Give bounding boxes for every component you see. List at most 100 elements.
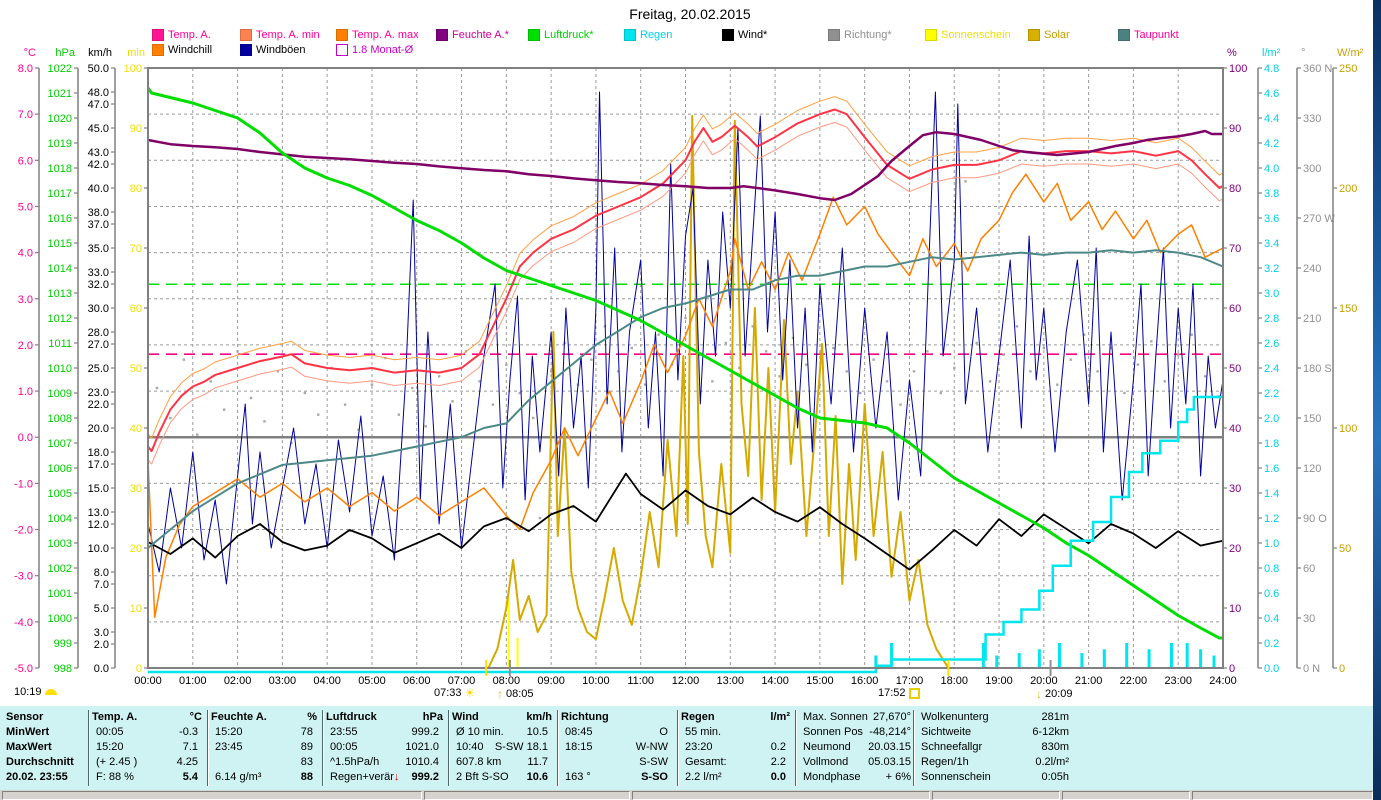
svg-text:0 N: 0 N <box>1303 663 1320 675</box>
svg-text:100: 100 <box>124 63 142 75</box>
svg-text:1010: 1010 <box>48 363 72 375</box>
svg-text:4.8: 4.8 <box>1264 63 1279 75</box>
svg-text:210: 210 <box>1303 313 1321 325</box>
axis-Wm-R: 250 200 150 100 50 0 W/m² <box>1332 47 1364 675</box>
svg-text:5.0: 5.0 <box>18 201 33 213</box>
svg-text:10:00: 10:00 <box>582 675 610 687</box>
svg-text:4.4: 4.4 <box>1264 113 1279 125</box>
svg-text:999: 999 <box>54 638 72 650</box>
status-bar <box>0 790 1373 800</box>
svg-text:3.0: 3.0 <box>18 294 33 306</box>
svg-text:17.0: 17.0 <box>88 459 109 471</box>
svg-text:22.0: 22.0 <box>88 399 109 411</box>
axis-unit-label: l/m² <box>1262 47 1281 59</box>
svg-text:1014: 1014 <box>48 263 72 275</box>
svg-text:240: 240 <box>1303 263 1321 275</box>
svg-text:4.0: 4.0 <box>18 248 33 260</box>
svg-text:4.0: 4.0 <box>1264 163 1279 175</box>
astro-weather-value: 0:05h <box>1041 771 1069 783</box>
svg-text:330: 330 <box>1303 113 1321 125</box>
table-cell-value: 10.5 <box>526 726 548 738</box>
table-header: Regen <box>681 711 715 723</box>
svg-text:10.0: 10.0 <box>88 543 109 555</box>
astro-weather-value: 830m <box>1041 741 1069 753</box>
moonset-time-label: 20:09 <box>1045 688 1073 700</box>
svg-text:28.0: 28.0 <box>88 327 109 339</box>
table-header-unit <box>628 710 672 724</box>
table-row-label: MaxWert <box>6 741 52 753</box>
svg-text:30: 30 <box>1303 613 1315 625</box>
svg-text:13.0: 13.0 <box>88 507 109 519</box>
table-header: Wind <box>452 711 479 723</box>
table-header: Richtung <box>561 711 609 723</box>
svg-text:1016: 1016 <box>48 213 72 225</box>
astro-sun-moon-value: + 6% <box>885 771 911 783</box>
table-cell-value: 11.7 <box>527 756 548 768</box>
svg-text:0.8: 0.8 <box>1264 563 1279 575</box>
svg-text:2.0: 2.0 <box>1264 413 1279 425</box>
svg-text:2.4: 2.4 <box>1264 363 1279 375</box>
svg-text:1015: 1015 <box>48 238 72 250</box>
svg-text:13:00: 13:00 <box>717 675 745 687</box>
svg-text:04:00: 04:00 <box>313 675 341 687</box>
table-cell-value: -0.3 <box>179 726 198 738</box>
table-cell-value: S-SO <box>641 771 668 783</box>
svg-text:1013: 1013 <box>48 288 72 300</box>
svg-text:2.8: 2.8 <box>1264 313 1279 325</box>
axis-lm-R: 4.8 4.6 4.4 4.2 4.0 3.8 3.6 3.4 3.2 3.0 2.8 2.6 2.4 2… <box>1257 47 1281 675</box>
svg-text:50: 50 <box>1339 543 1351 555</box>
svg-text:33.0: 33.0 <box>88 267 109 279</box>
axis-unit-label: °C <box>24 47 36 59</box>
svg-text:1005: 1005 <box>48 488 72 500</box>
table-cell-value: 7.1 <box>182 741 198 753</box>
svg-text:40.0: 40.0 <box>88 183 109 195</box>
svg-text:1019: 1019 <box>48 138 72 150</box>
svg-text:-4.0: -4.0 <box>14 617 33 629</box>
sunset-time-label: 17:52 <box>878 687 906 699</box>
svg-text:0.0: 0.0 <box>94 663 109 675</box>
svg-text:35.0: 35.0 <box>88 243 109 255</box>
svg-text:360 N: 360 N <box>1303 63 1332 75</box>
svg-text:32.0: 32.0 <box>88 279 109 291</box>
svg-text:180 S: 180 S <box>1303 363 1332 375</box>
svg-text:-2.0: -2.0 <box>14 525 33 537</box>
svg-text:0.4: 0.4 <box>1264 613 1279 625</box>
moonrise-arrow-icon: ↑ <box>497 687 503 701</box>
svg-text:14:00: 14:00 <box>761 675 789 687</box>
svg-text:16:00: 16:00 <box>851 675 879 687</box>
status-bar-segment <box>1062 791 1190 800</box>
table-column-separator <box>795 710 796 786</box>
status-bar-segment <box>632 791 930 800</box>
moonset-arrow-icon: ↓ <box>1036 687 1042 701</box>
half-sun-icon <box>44 689 57 695</box>
svg-text:20: 20 <box>130 543 142 555</box>
table-cell-value: 88 <box>300 771 313 783</box>
svg-text:0.2: 0.2 <box>1264 638 1279 650</box>
svg-text:1.8: 1.8 <box>1264 438 1279 450</box>
moonset-marker: ↓ 20:09 <box>1036 687 1073 701</box>
svg-text:30: 30 <box>130 483 142 495</box>
svg-text:05:00: 05:00 <box>358 675 386 687</box>
table-cell-value: 999.2 <box>411 771 439 783</box>
svg-text:02:00: 02:00 <box>224 675 252 687</box>
svg-text:03:00: 03:00 <box>269 675 297 687</box>
moon-time-label: 10:19 <box>14 686 42 698</box>
table-cell-value: S-SW <box>639 756 668 768</box>
svg-text:23.0: 23.0 <box>88 387 109 399</box>
svg-text:80: 80 <box>130 183 142 195</box>
table-cell-value: 78 <box>300 726 313 738</box>
svg-text:1008: 1008 <box>48 413 72 425</box>
axis-unit-label: % <box>1227 47 1237 59</box>
svg-text:38.0: 38.0 <box>88 207 109 219</box>
astro-sun-moon-value: 20.03.15 <box>868 741 911 753</box>
svg-text:4.2: 4.2 <box>1264 138 1279 150</box>
svg-text:7.0: 7.0 <box>94 579 109 591</box>
svg-text:0: 0 <box>136 663 142 675</box>
status-bar-segment <box>424 791 630 800</box>
svg-text:12:00: 12:00 <box>672 675 700 687</box>
table-row-label: Durchschnitt <box>6 756 74 768</box>
table-cell-value: 0.2 <box>770 741 786 753</box>
table-cell-value: W-NW <box>635 741 668 753</box>
svg-text:30: 30 <box>1229 483 1241 495</box>
astro-weather-value: 6-12km <box>1032 726 1069 738</box>
